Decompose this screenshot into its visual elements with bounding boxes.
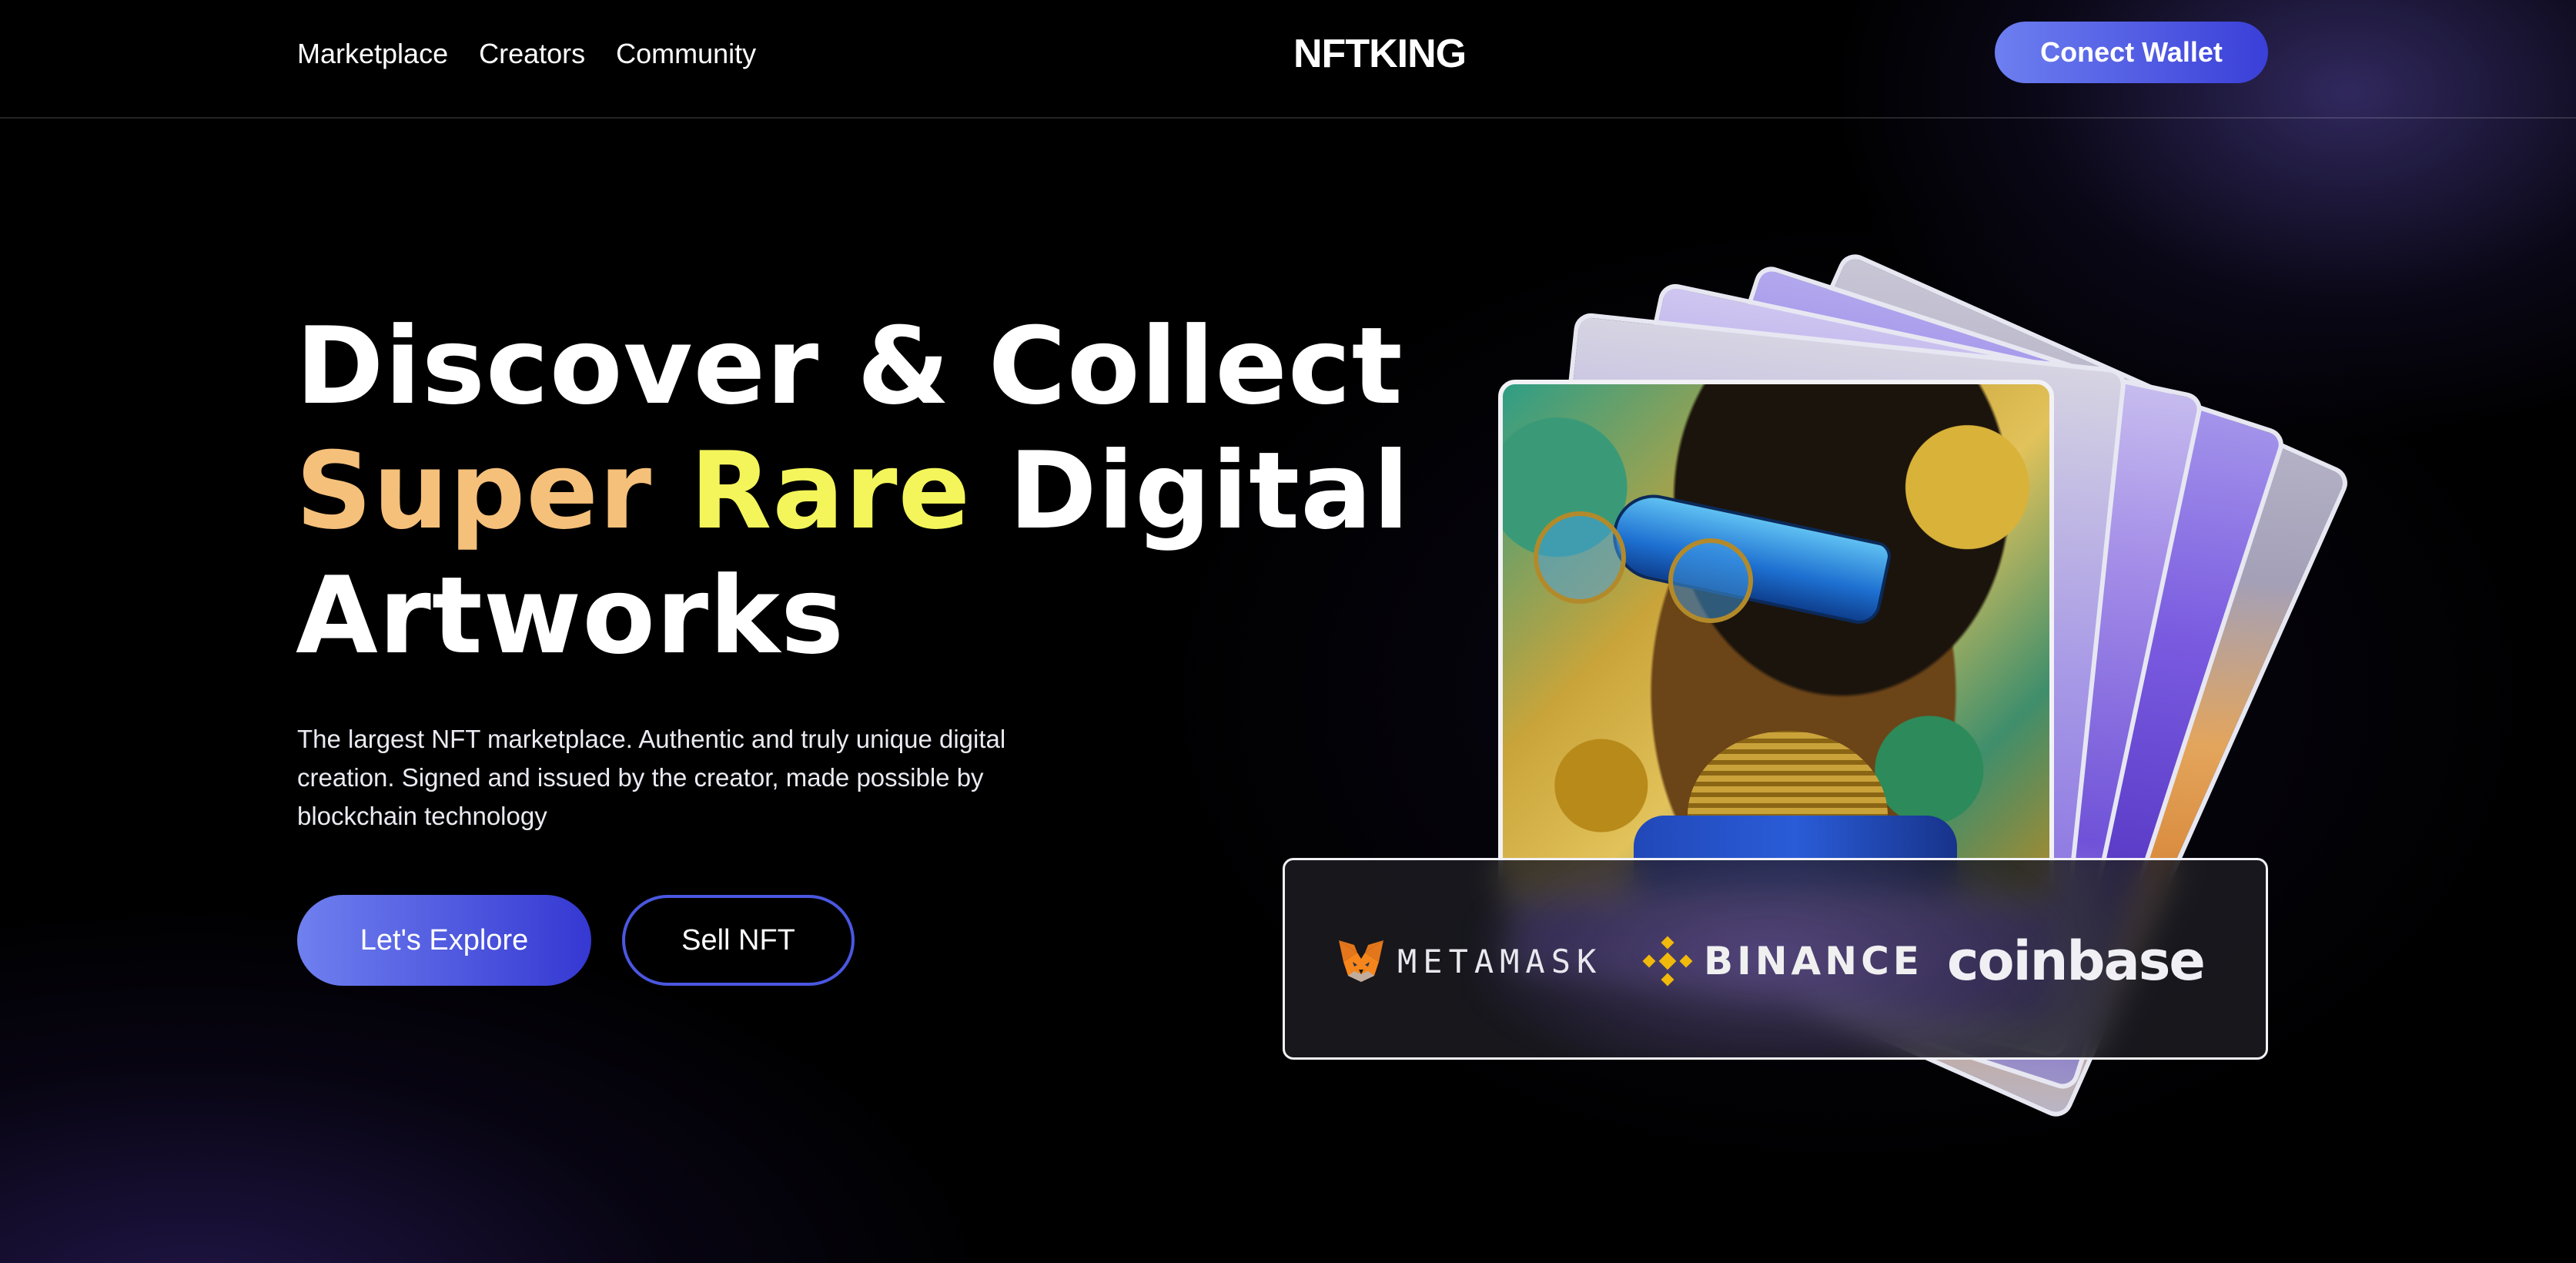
hero-title-super: Super bbox=[296, 429, 653, 553]
wallet-name-coinbase: coinbase bbox=[1947, 930, 2206, 993]
wallet-binance[interactable]: BINANCE bbox=[1642, 933, 1923, 989]
nav-link-marketplace[interactable]: Marketplace bbox=[297, 35, 448, 72]
nav-link-community[interactable]: Community bbox=[616, 35, 756, 72]
hero-title-line-2: Super Rare Digital bbox=[296, 429, 1410, 554]
hero-title-line-3: Artworks bbox=[296, 554, 845, 678]
main-nav: Marketplace Creators Community bbox=[297, 35, 756, 72]
hero-title-rare: Rare bbox=[690, 429, 972, 553]
wallet-metamask[interactable]: METAMASK bbox=[1336, 933, 1602, 989]
hero-title-line-1: Discover & Collect bbox=[296, 304, 1403, 428]
connect-wallet-button[interactable]: Conect Wallet bbox=[1995, 22, 2268, 83]
page: Marketplace Creators Community NFTKING C… bbox=[0, 0, 2576, 1263]
nft-card-featured-artwork[interactable] bbox=[1498, 380, 2054, 903]
wallet-name-metamask: METAMASK bbox=[1397, 942, 1603, 980]
top-header: Marketplace Creators Community NFTKING C… bbox=[0, 0, 2576, 119]
nav-link-creators[interactable]: Creators bbox=[479, 35, 585, 72]
wallet-partners-bar: METAMASK BINANCE coinbase bbox=[1283, 858, 2268, 1060]
sell-nft-button[interactable]: Sell NFT bbox=[622, 895, 855, 986]
brand-logo[interactable]: NFTKING bbox=[1293, 31, 1467, 77]
wallet-coinbase[interactable]: coinbase bbox=[1947, 930, 2206, 993]
artwork-lens-right bbox=[1668, 538, 1753, 623]
metamask-fox-icon bbox=[1336, 936, 1387, 987]
binance-icon bbox=[1642, 936, 1693, 987]
hero-title-digital: Digital bbox=[1009, 429, 1410, 553]
artwork-visor bbox=[1604, 487, 1894, 628]
artwork-lens-left bbox=[1534, 511, 1626, 604]
explore-button[interactable]: Let's Explore bbox=[297, 895, 591, 986]
hero-title: Discover & Collect Super Rare Digital Ar… bbox=[296, 304, 1410, 678]
hero-description: The largest NFT marketplace. Authentic a… bbox=[297, 725, 1006, 830]
wallet-name-binance: BINANCE bbox=[1704, 939, 1923, 983]
